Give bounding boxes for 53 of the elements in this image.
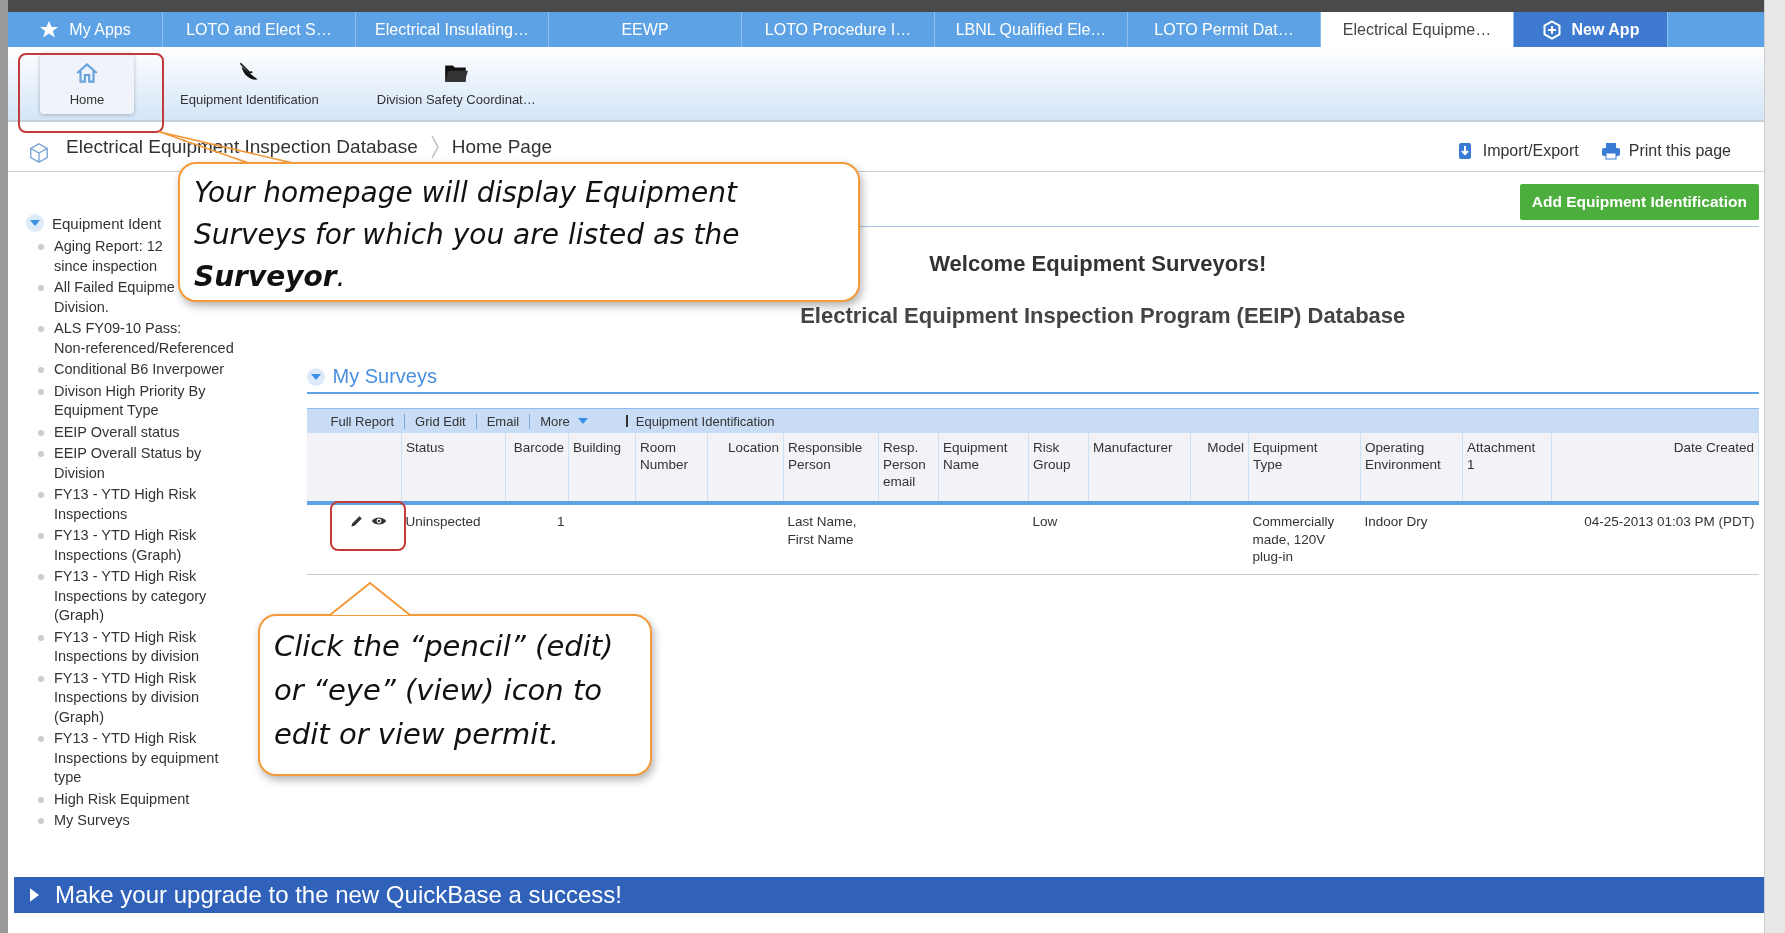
database-title: Electrical Equipment Inspection Program (EEIP) Database xyxy=(799,303,1407,329)
table-name: Equipment Identification xyxy=(635,413,775,429)
report-action-link[interactable]: More xyxy=(529,413,572,429)
table-cell: Indoor Dry xyxy=(1364,514,1428,529)
report-link[interactable]: High Risk Equipment xyxy=(54,789,190,809)
pencil-icon[interactable] xyxy=(348,513,365,529)
expand-arrow-icon xyxy=(30,888,39,902)
report-link[interactable]: Divison High Priority By Equipment Type xyxy=(54,381,206,421)
report-link[interactable]: FY13 - YTD High Risk Inspections by division xyxy=(54,627,200,667)
report-link[interactable]: EEIP Overall Status by Division xyxy=(54,444,202,483)
report-link[interactable]: Aging Report: 12 since inspection xyxy=(54,237,163,276)
report-link[interactable]: FY13 - YTD High Risk Inspections by division (Graph) xyxy=(54,668,200,727)
table-cell: Last Name, First Name xyxy=(787,514,857,547)
table-cell: 04-25-2013 01:03 PM (PDT) xyxy=(1584,514,1755,529)
report-link[interactable]: FY13 - YTD High Risk Inspections by category (Graph) xyxy=(54,567,207,626)
toolbar-button[interactable]: Home xyxy=(40,53,134,114)
report-link[interactable]: FY13 - YTD High Risk Inspections xyxy=(54,485,197,524)
collapse-toggle[interactable] xyxy=(306,367,325,386)
report-action-link[interactable]: Grid Edit xyxy=(404,413,468,429)
printer-icon xyxy=(1600,140,1621,161)
callout: Click the “pencil” (edit) or “eye” (view) icon to edit or view permit. xyxy=(258,614,652,776)
table-cell: Commercially made, 120V plug-in xyxy=(1252,514,1335,564)
upgrade-banner[interactable]: Make your upgrade to the new QuickBase a success! xyxy=(14,877,1764,913)
cube-icon xyxy=(28,141,50,164)
report-link[interactable]: FY13 - YTD High Risk Inspections (Graph) xyxy=(54,526,197,565)
report-link[interactable]: My Surveys xyxy=(54,811,130,831)
table-cell: Low xyxy=(1032,514,1058,529)
scrollbar[interactable] xyxy=(1764,0,1785,933)
table-cell: 1 xyxy=(557,514,565,529)
table-cell: Uninspected xyxy=(405,514,481,529)
plus-hexagon-icon xyxy=(1541,19,1562,40)
page-action-link[interactable]: Import/Export xyxy=(1454,140,1579,161)
report-link[interactable]: ALS FY09-10 Pass: Non-referenced/Referenced xyxy=(54,319,234,358)
report-link[interactable]: All Failed Equipme Division. xyxy=(54,278,175,317)
callout: Your homepage will display Equipment Surveys for which you are listed as the Surveyor. xyxy=(178,162,860,302)
report-link[interactable]: EEIP Overall status xyxy=(54,422,180,442)
report-link[interactable]: Conditional B6 Inverpower xyxy=(54,360,225,380)
page-action-link[interactable]: Print this page xyxy=(1600,140,1731,161)
collapse-toggle[interactable] xyxy=(26,214,44,232)
app-tab[interactable]: Electrical Equipme… xyxy=(1321,12,1514,47)
report-link[interactable]: FY13 - YTD High Risk Inspections by equipment type xyxy=(54,729,219,788)
toolbar-button[interactable]: Equipment Identification xyxy=(168,53,331,114)
caret-icon xyxy=(577,418,588,424)
report-action-link[interactable]: Email xyxy=(475,413,522,429)
star-icon xyxy=(39,19,60,40)
sidebar-heading[interactable]: Equipment Ident xyxy=(52,214,162,232)
welcome-heading: Welcome Equipment Surveyors! xyxy=(928,251,1268,277)
toolbar-button[interactable]: Division Safety Coordinat… xyxy=(364,53,548,114)
breadcrumb-link[interactable]: Home Page xyxy=(451,135,553,158)
house-icon xyxy=(74,60,100,86)
report-action-link[interactable]: Full Report xyxy=(330,413,397,429)
chevron-separator-icon xyxy=(429,134,440,159)
app-tab[interactable]: New App xyxy=(1514,12,1668,47)
